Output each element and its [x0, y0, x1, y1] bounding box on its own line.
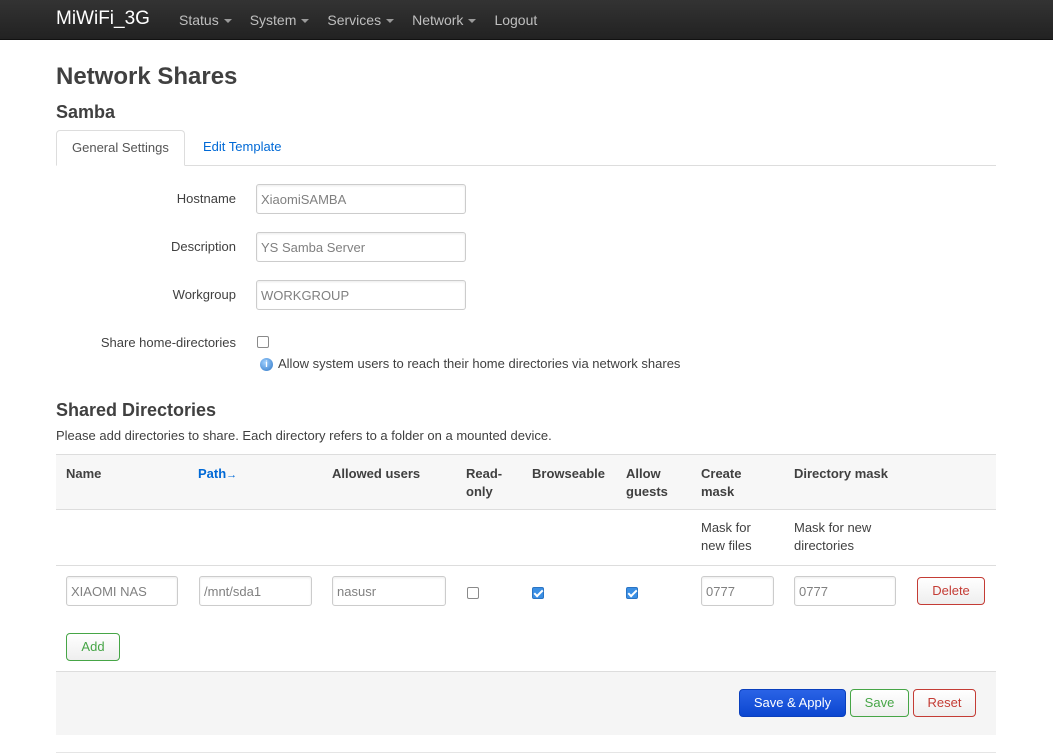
- col-create-mask: Create mask: [701, 465, 741, 501]
- menu-services-label: Services: [327, 12, 382, 28]
- description-input[interactable]: [256, 232, 466, 262]
- table-header: Name Path→ Allowed users Read- only Brow…: [56, 454, 996, 510]
- col-read-only-line1: Read-: [466, 466, 503, 481]
- caret-down-icon: [301, 19, 310, 23]
- shared-directories-title: Shared Directories: [56, 400, 217, 420]
- col-name: Name: [66, 466, 102, 481]
- read-only-checkbox[interactable]: [467, 587, 479, 599]
- menu-status-label: Status: [179, 12, 219, 28]
- tab-edit-template[interactable]: Edit Template: [188, 130, 297, 166]
- menu-logout[interactable]: Logout: [485, 0, 546, 40]
- menu-system-label: System: [249, 12, 297, 28]
- directory-mask-hint-line1: Mask for new: [794, 520, 872, 535]
- share-name-input[interactable]: [66, 576, 178, 606]
- create-mask-hint: Mask for new files: [701, 519, 752, 555]
- col-path[interactable]: Path→: [198, 465, 237, 484]
- menu-network-label: Network: [412, 12, 464, 28]
- table-subheader-row: Mask for new files Mask for new director…: [56, 510, 996, 566]
- main-menu: Status System Services Network Logout: [170, 0, 546, 40]
- footer-divider: [56, 752, 996, 753]
- col-create-mask-line1: Create: [701, 466, 742, 481]
- share-home-label: Share home-directories: [100, 335, 236, 350]
- col-directory-mask: Directory mask: [794, 466, 888, 481]
- workgroup-label: Workgroup: [172, 287, 236, 302]
- section-title: Samba: [56, 102, 116, 122]
- menu-services[interactable]: Services: [318, 0, 403, 40]
- shared-directories-description: Please add directories to share. Each di…: [56, 428, 552, 443]
- page-title: Network Shares: [56, 63, 238, 90]
- create-mask-hint-line1: Mask for: [701, 520, 751, 535]
- allow-guests-checkbox[interactable]: [626, 587, 638, 599]
- save-apply-button[interactable]: Save & Apply: [739, 689, 846, 717]
- reset-button[interactable]: Reset: [913, 689, 976, 717]
- col-allow-guests-line2: guests: [626, 484, 668, 499]
- delete-button[interactable]: Delete: [917, 577, 985, 605]
- allowed-users-input[interactable]: [332, 576, 446, 606]
- share-home-checkbox[interactable]: [257, 336, 269, 348]
- browseable-checkbox[interactable]: [532, 587, 544, 599]
- col-browseable: Browseable: [532, 466, 605, 481]
- col-read-only: Read- only: [466, 465, 502, 501]
- tab-general-settings[interactable]: General Settings: [56, 130, 185, 166]
- hostname-label: Hostname: [176, 191, 236, 206]
- table-row: Delete: [56, 566, 996, 618]
- menu-system[interactable]: System: [241, 0, 319, 40]
- col-allow-guests: Allow guests: [626, 465, 668, 501]
- brand-logo[interactable]: MiWiFi_3G: [56, 7, 150, 31]
- hostname-input[interactable]: [256, 184, 466, 214]
- caret-down-icon: [386, 19, 395, 23]
- workgroup-input[interactable]: [256, 280, 466, 310]
- col-path-label: Path: [198, 466, 227, 481]
- col-allowed-users: Allowed users: [332, 466, 421, 481]
- add-button[interactable]: Add: [66, 633, 120, 661]
- tab-bar: General Settings Edit Template: [56, 130, 996, 166]
- col-create-mask-line2: mask: [701, 484, 735, 499]
- save-button[interactable]: Save: [850, 689, 909, 717]
- share-home-help: Allow system users to reach their home d…: [278, 356, 681, 371]
- menu-logout-label: Logout: [494, 12, 538, 28]
- top-navbar: MiWiFi_3G Status System Services Network…: [0, 0, 1053, 40]
- create-mask-input[interactable]: [701, 576, 774, 606]
- directory-mask-hint: Mask for new directories: [794, 519, 871, 555]
- description-label: Description: [170, 239, 236, 254]
- directory-mask-hint-line2: directories: [794, 538, 854, 553]
- create-mask-hint-line2: new files: [701, 538, 752, 553]
- col-read-only-line2: only: [466, 484, 493, 499]
- caret-down-icon: [223, 19, 232, 23]
- menu-status[interactable]: Status: [170, 0, 241, 40]
- form-actions: Save & Apply Save Reset: [56, 671, 996, 735]
- menu-network[interactable]: Network: [403, 0, 485, 40]
- directory-mask-input[interactable]: [794, 576, 896, 606]
- col-allow-guests-line1: Allow: [626, 466, 661, 481]
- caret-down-icon: [468, 19, 477, 23]
- info-icon: i: [260, 358, 273, 371]
- share-path-input[interactable]: [199, 576, 312, 606]
- sort-arrow-icon: →: [226, 469, 238, 481]
